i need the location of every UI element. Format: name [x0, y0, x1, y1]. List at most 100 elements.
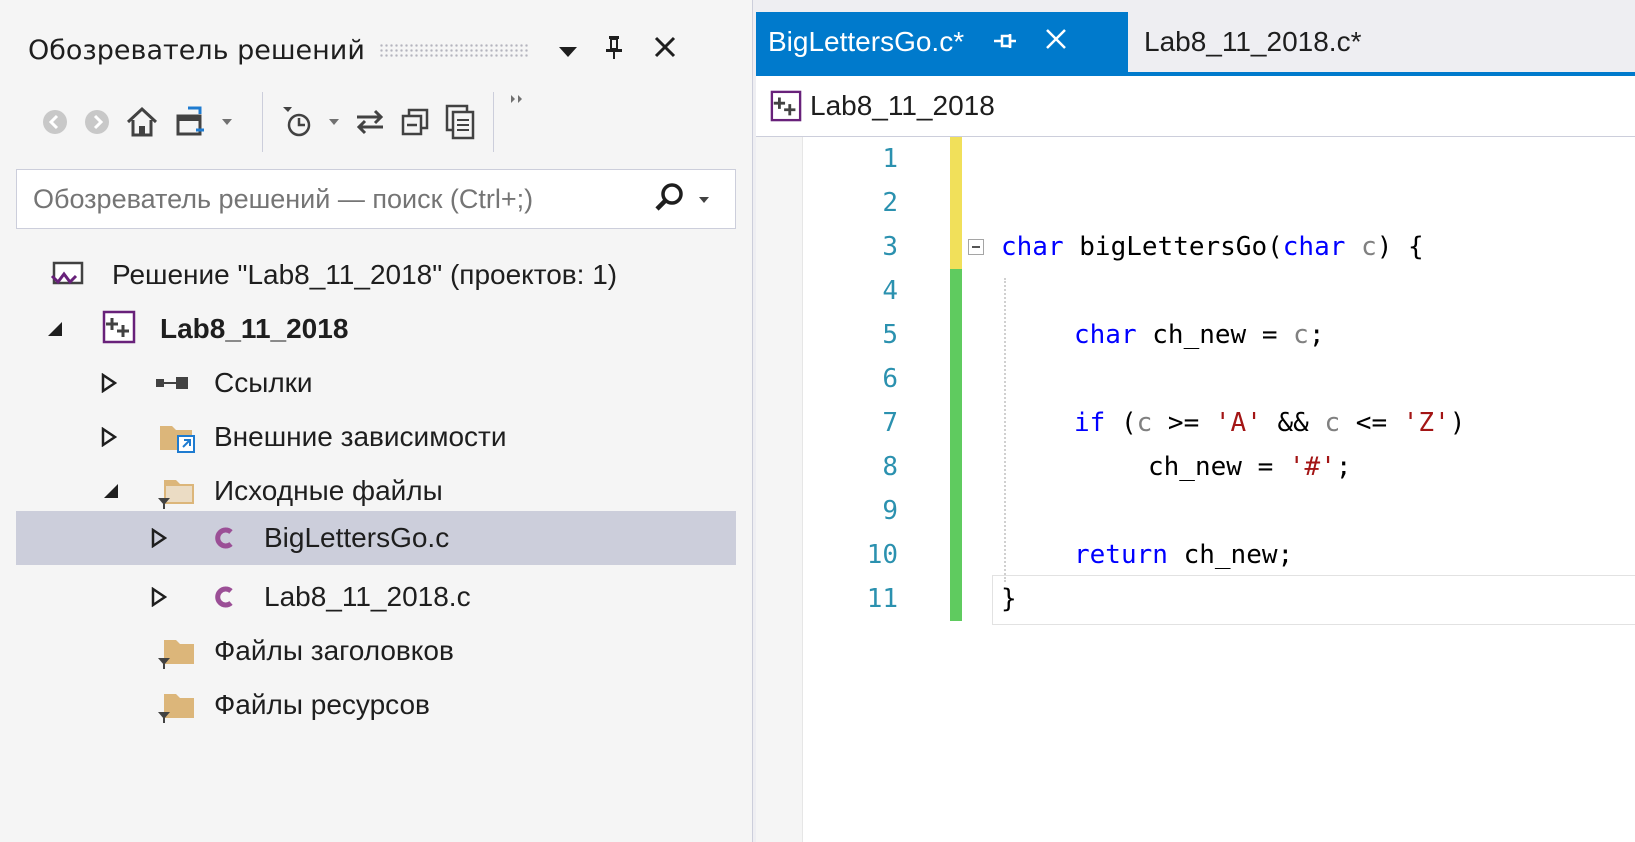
tree-item-label: Исходные файлы — [214, 475, 443, 506]
change-marker — [950, 313, 962, 357]
filter-folder-icon — [156, 634, 196, 670]
panel-options-dropdown-icon[interactable] — [557, 35, 579, 66]
line-number: 9 — [882, 496, 898, 526]
collapse-outline-icon[interactable] — [968, 239, 984, 255]
tab-lab8[interactable]: Lab8_11_2018.c* — [1128, 12, 1635, 72]
line-number: 11 — [866, 584, 898, 614]
code-text: } — [1001, 584, 1017, 614]
filter-folder-icon — [156, 688, 196, 724]
expanded-arrow-icon[interactable] — [44, 318, 66, 340]
code-text: char ch_new = c; — [1074, 320, 1325, 350]
filter-folder-icon — [156, 474, 196, 510]
drag-grip[interactable] — [378, 43, 529, 57]
collapsed-arrow-icon[interactable] — [148, 527, 170, 549]
solution-search-box — [16, 169, 736, 229]
toolbar-separator — [493, 92, 494, 152]
line-number: 10 — [866, 540, 898, 570]
tree-item-header-files[interactable]: Файлы заголовков — [16, 624, 736, 678]
line-number: 1 — [882, 144, 898, 174]
show-all-files-icon[interactable] — [443, 104, 477, 140]
line-number: 8 — [882, 452, 898, 482]
tree-item-references[interactable]: Ссылки — [16, 356, 736, 410]
code-line: 7 if (c >= 'A' && c <= 'Z') — [756, 401, 1635, 445]
home-icon[interactable] — [124, 104, 160, 140]
code-line: 5 char ch_new = c; — [756, 313, 1635, 357]
change-marker — [950, 533, 962, 577]
solution-explorer-panel: Обозреватель решений Обозреватель решени… — [0, 0, 753, 842]
tree-item-solution[interactable]: Решение "Lab8_11_2018" (проектов: 1) — [16, 248, 736, 302]
solution-explorer-toolbar — [40, 92, 730, 152]
pin-icon[interactable] — [605, 34, 623, 67]
code-line: 3 char bigLettersGo(char c) { — [756, 225, 1635, 269]
code-line: 1 — [756, 137, 1635, 181]
code-line: 9 — [756, 489, 1635, 533]
line-number: 2 — [882, 188, 898, 218]
code-line: 10 return ch_new; — [756, 533, 1635, 577]
cpp-project-icon — [770, 90, 802, 122]
pin-tab-icon[interactable] — [992, 26, 1018, 58]
solution-tree: Решение "Lab8_11_2018" (проектов: 1) Lab… — [16, 246, 736, 842]
tree-item-label: BigLettersGo.c — [264, 522, 450, 553]
tab-label: BigLettersGo.c* — [768, 26, 965, 57]
solution-search-input[interactable] — [31, 182, 645, 216]
tree-item-file-lab8[interactable]: Lab8_11_2018.c — [16, 570, 736, 624]
pending-changes-filter-icon[interactable] — [279, 104, 315, 140]
editor-navigation-bar: Lab8_11_2018 — [756, 76, 1635, 137]
code-editor-panel: BigLettersGo.c* Lab8_11_2018.c* Lab8_11_… — [756, 0, 1635, 842]
switch-views-icon[interactable] — [172, 104, 208, 140]
cpp-project-icon — [102, 310, 136, 344]
sync-with-document-icon[interactable] — [353, 107, 387, 137]
solution-explorer-header: Обозреватель решений — [28, 28, 728, 72]
change-marker — [950, 357, 962, 401]
collapsed-arrow-icon[interactable] — [98, 426, 120, 448]
tree-item-project[interactable]: Lab8_11_2018 — [16, 302, 736, 356]
tree-item-external-dependencies[interactable]: Внешние зависимости — [16, 410, 736, 464]
tree-item-label: Lab8_11_2018.c — [264, 581, 471, 612]
line-number: 3 — [882, 232, 898, 262]
search-options-dropdown-icon[interactable] — [697, 190, 711, 209]
change-marker — [950, 137, 962, 181]
tree-item-label: Lab8_11_2018 — [160, 313, 349, 344]
toolbar-overflow-icon[interactable] — [510, 94, 524, 104]
toolbar-separator — [262, 92, 263, 152]
tree-item-label: Ссылки — [214, 367, 313, 398]
code-text: char bigLettersGo(char c) { — [1001, 232, 1424, 262]
close-icon[interactable] — [653, 35, 677, 66]
code-text: if (c >= 'A' && c <= 'Z') — [1074, 408, 1466, 438]
filter-dropdown-icon[interactable] — [327, 117, 341, 127]
expanded-arrow-icon[interactable] — [100, 480, 122, 502]
solution-icon — [50, 260, 84, 290]
tree-item-source-files[interactable]: Исходные файлы — [16, 464, 736, 518]
switch-views-dropdown-icon[interactable] — [220, 117, 234, 127]
code-text: return ch_new; — [1074, 540, 1294, 570]
change-marker — [950, 445, 962, 489]
references-icon — [154, 374, 194, 392]
change-marker — [950, 489, 962, 533]
project-dropdown[interactable]: Lab8_11_2018 — [810, 90, 995, 122]
collapse-all-icon[interactable] — [399, 106, 431, 138]
forward-icon[interactable] — [82, 107, 112, 137]
c-file-icon — [212, 523, 236, 553]
line-number: 6 — [882, 364, 898, 394]
collapsed-arrow-icon[interactable] — [98, 372, 120, 394]
line-number: 7 — [882, 408, 898, 438]
tree-item-file-bigletters[interactable]: BigLettersGo.c — [16, 511, 736, 565]
collapsed-arrow-icon[interactable] — [148, 586, 170, 608]
tab-label: Lab8_11_2018.c* — [1144, 26, 1362, 57]
back-icon[interactable] — [40, 107, 70, 137]
code-line: 2 — [756, 181, 1635, 225]
line-number: 4 — [882, 276, 898, 306]
change-marker — [950, 225, 962, 269]
tree-item-resource-files[interactable]: Файлы ресурсов — [16, 678, 736, 732]
close-tab-icon[interactable] — [1044, 26, 1068, 58]
change-marker — [950, 181, 962, 225]
tree-item-label: Решение "Lab8_11_2018" (проектов: 1) — [112, 259, 618, 290]
code-line: 8 ch_new = '#'; — [756, 445, 1635, 489]
tab-bigletters[interactable]: BigLettersGo.c* — [756, 12, 1128, 72]
search-icon[interactable] — [653, 180, 687, 218]
change-marker — [950, 401, 962, 445]
c-file-icon — [212, 582, 236, 612]
code-line: 6 — [756, 357, 1635, 401]
code-line: 4 — [756, 269, 1635, 313]
code-text: ch_new = '#'; — [1148, 452, 1352, 482]
